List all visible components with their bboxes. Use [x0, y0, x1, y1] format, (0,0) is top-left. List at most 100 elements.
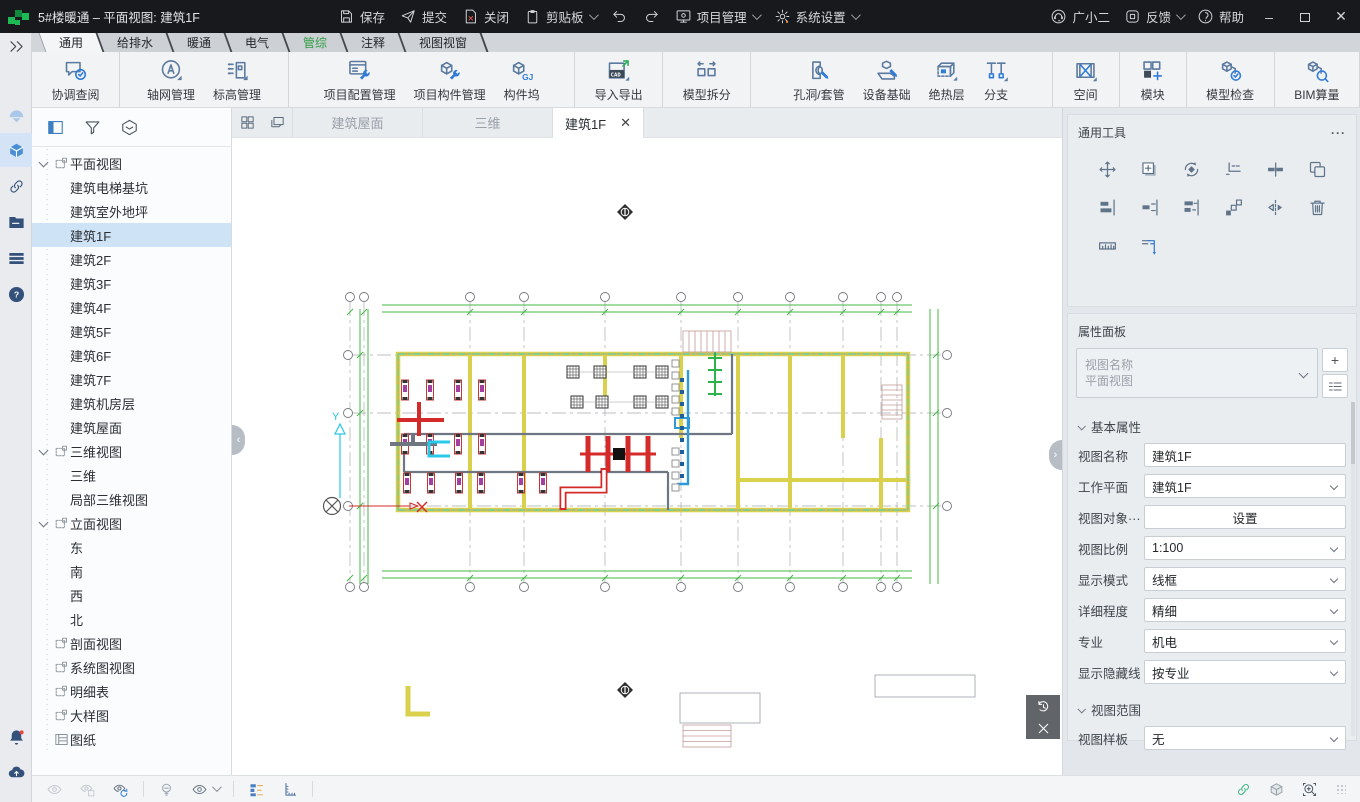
- model-view-button[interactable]: [0, 133, 32, 167]
- notifications-button[interactable]: [0, 720, 32, 754]
- tree-item-西[interactable]: 西: [32, 583, 231, 607]
- hide-selection-button[interactable]: [79, 781, 96, 798]
- field-select-专业[interactable]: 机电: [1144, 629, 1346, 653]
- ribbon-tab-视图视窗[interactable]: 视图视窗: [400, 33, 489, 52]
- reset-hidden-button[interactable]: [112, 781, 129, 798]
- tree-folder-三维视图[interactable]: 三维视图: [32, 439, 231, 463]
- tool-trim-button[interactable]: [1212, 159, 1254, 180]
- ribbon-button-设备基础[interactable]: 设备基础: [855, 56, 919, 104]
- ribbon-button-轴网管理[interactable]: 轴网管理: [139, 56, 203, 104]
- field-select-视图比例[interactable]: 1:100: [1144, 536, 1346, 560]
- tool-rotate-button[interactable]: [1170, 159, 1212, 180]
- field-select-工作平面[interactable]: 建筑1F: [1144, 474, 1346, 498]
- field-input-视图名称[interactable]: 建筑1F: [1144, 443, 1346, 467]
- ribbon-button-分支[interactable]: 分支: [975, 56, 1018, 104]
- tool-mirror-button[interactable]: [1254, 197, 1296, 218]
- tree-item-建筑电梯基坑[interactable]: 建筑电梯基坑: [32, 175, 231, 199]
- properties-scrollbar[interactable]: [1351, 402, 1355, 736]
- maximize-button[interactable]: [1294, 9, 1316, 25]
- tool-ruler-button[interactable]: [1086, 235, 1128, 256]
- field-select-详细程度[interactable]: 精细: [1144, 598, 1346, 622]
- tool-match-button[interactable]: [1296, 159, 1338, 180]
- tree-folder-剖面视图[interactable]: 剖面视图: [32, 631, 231, 655]
- ribbon-button-项目配置管理[interactable]: 项目配置管理: [316, 56, 404, 104]
- close-doc-button[interactable]: 关闭: [462, 7, 509, 26]
- upload-button[interactable]: [0, 755, 32, 789]
- tree-item-局部三维视图[interactable]: 局部三维视图: [32, 487, 231, 511]
- ribbon-tab-电气[interactable]: 电气: [226, 33, 291, 52]
- tool-array-button[interactable]: [1212, 197, 1254, 218]
- view-type-selector[interactable]: 视图名称 平面视图: [1076, 348, 1318, 398]
- field-select-显示隐藏线[interactable]: 按专业: [1144, 660, 1346, 684]
- list-button[interactable]: [0, 241, 32, 275]
- save-button[interactable]: 保存: [338, 7, 385, 26]
- restore-window-button[interactable]: [262, 108, 292, 137]
- tile-views-button[interactable]: [232, 108, 262, 137]
- tool-alignr-button[interactable]: [1128, 197, 1170, 218]
- more-menu-button[interactable]: ···: [1331, 126, 1346, 140]
- engineer-icon[interactable]: [0, 98, 32, 132]
- minimize-button[interactable]: –: [1258, 9, 1280, 25]
- doc-tab-建筑1F[interactable]: 建筑1F✕: [552, 108, 644, 138]
- hide-elements-button[interactable]: [46, 781, 63, 798]
- drawing-canvas[interactable]: Y ‹ ›: [232, 138, 1062, 775]
- section-header[interactable]: 视图范围: [1068, 691, 1356, 726]
- ribbon-tab-给排水[interactable]: 给排水: [98, 33, 175, 52]
- clipboard-button[interactable]: 剪贴板: [524, 7, 596, 26]
- tool-trash-button[interactable]: [1296, 197, 1338, 218]
- tree-item-建筑4F[interactable]: 建筑4F: [32, 295, 231, 319]
- close-tab-icon[interactable]: ✕: [620, 115, 631, 131]
- window-close-button[interactable]: ✕: [1330, 8, 1352, 25]
- user-account-button[interactable]: 广小二: [1050, 7, 1110, 26]
- link-model-button[interactable]: [1235, 781, 1252, 798]
- tree-folder-立面视图[interactable]: 立面视图: [32, 511, 231, 535]
- highlight-button[interactable]: [158, 781, 175, 798]
- section-header[interactable]: 基本属性: [1068, 408, 1356, 443]
- tree-item-建筑5F[interactable]: 建筑5F: [32, 319, 231, 343]
- ribbon-tab-通用[interactable]: 通用: [39, 33, 105, 52]
- expand-sidebar-button[interactable]: [0, 29, 32, 63]
- tree-item-建筑3F[interactable]: 建筑3F: [32, 271, 231, 295]
- zoom-fit-button[interactable]: [1301, 781, 1318, 798]
- ribbon-button-构件坞[interactable]: GJ构件坞: [496, 56, 548, 104]
- tree-item-三维[interactable]: 三维: [32, 463, 231, 487]
- axis-display-button[interactable]: [281, 781, 298, 798]
- tool-break-button[interactable]: [1254, 159, 1296, 180]
- field-button-视图对象···[interactable]: 设置: [1144, 505, 1346, 529]
- tree-folder-平面视图[interactable]: 平面视图: [32, 151, 231, 175]
- tree-item-南[interactable]: 南: [32, 559, 231, 583]
- tool-alignb-button[interactable]: [1086, 197, 1128, 218]
- help-button[interactable]: 帮助: [1197, 7, 1244, 26]
- tree-item-建筑2F[interactable]: 建筑2F: [32, 247, 231, 271]
- add-property-button[interactable]: +: [1322, 348, 1348, 372]
- ribbon-button-绝热层[interactable]: 绝热层: [921, 56, 973, 104]
- tool-alignl-button[interactable]: [1170, 197, 1212, 218]
- doc-tab-三维[interactable]: 三维: [422, 108, 552, 137]
- undo-button[interactable]: [611, 8, 628, 25]
- project-management-button[interactable]: 项目管理: [675, 7, 759, 26]
- tree-item-建筑1F[interactable]: 建筑1F: [32, 223, 231, 247]
- field-select-显示模式[interactable]: 线框: [1144, 567, 1346, 591]
- ribbon-button-导入导出[interactable]: CAD导入导出: [587, 56, 651, 104]
- panel-layout-button[interactable]: [46, 118, 65, 137]
- tool-copy-button[interactable]: [1128, 159, 1170, 180]
- tree-folder-大样图[interactable]: 大样图: [32, 703, 231, 727]
- tree-folder-系统图视图[interactable]: 系统图视图: [32, 655, 231, 679]
- tree-item-建筑机房层[interactable]: 建筑机房层: [32, 391, 231, 415]
- tool-move-button[interactable]: [1086, 159, 1128, 180]
- property-list-button[interactable]: [1322, 374, 1348, 398]
- view-cube-button[interactable]: [1268, 781, 1285, 798]
- help-strip-button[interactable]: ?: [0, 277, 32, 311]
- resize-grip[interactable]: [1336, 784, 1346, 794]
- redo-button[interactable]: [643, 8, 660, 25]
- tree-item-建筑屋面[interactable]: 建筑屋面: [32, 415, 231, 439]
- project-files-button[interactable]: [0, 205, 32, 239]
- ribbon-button-标高管理[interactable]: 标高管理: [205, 56, 269, 104]
- ribbon-button-模型检查[interactable]: 模型检查: [1198, 56, 1262, 104]
- tree-folder-图纸[interactable]: 图纸: [32, 727, 231, 751]
- submit-button[interactable]: 提交: [400, 7, 447, 26]
- filter-button[interactable]: [83, 118, 102, 137]
- tree-item-建筑6F[interactable]: 建筑6F: [32, 343, 231, 367]
- tool-elbow-button[interactable]: [1128, 235, 1170, 256]
- tree-folder-明细表[interactable]: 明细表: [32, 679, 231, 703]
